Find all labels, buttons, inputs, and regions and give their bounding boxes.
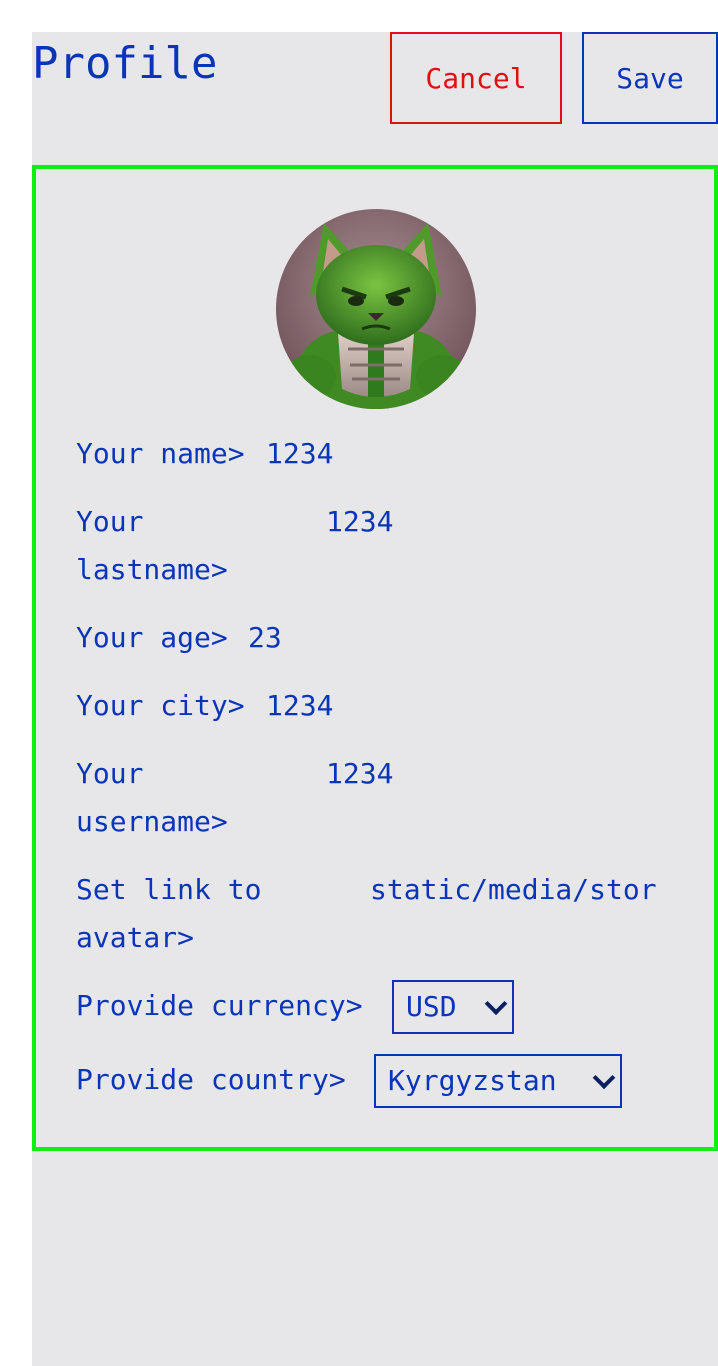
currency-field: Provide currency> USD xyxy=(76,980,686,1036)
username-field: Your username> 1234 xyxy=(76,750,676,846)
avatar-link-label: Set link to avatar> xyxy=(76,873,262,954)
currency-label: Provide currency> xyxy=(76,989,363,1022)
city-value[interactable]: 1234 xyxy=(266,682,333,730)
age-value[interactable]: 23 xyxy=(248,614,282,662)
chevron-down-icon xyxy=(484,992,508,1016)
avatar-link-field: Set link to avatar> static/media/stor xyxy=(76,866,686,962)
name-field: Your name> 1234 xyxy=(76,430,676,478)
age-label: Your age> xyxy=(76,621,228,654)
city-label: Your city> xyxy=(76,689,245,722)
country-field: Provide country> Kyrgyzstan xyxy=(76,1054,686,1110)
name-value[interactable]: 1234 xyxy=(266,430,333,478)
username-label: Your username> xyxy=(76,757,228,838)
avatar-link-value[interactable]: static/media/stor xyxy=(370,866,657,914)
lastname-label: Your lastname> xyxy=(76,505,228,586)
country-select[interactable]: Kyrgyzstan xyxy=(374,1054,622,1108)
country-label: Provide country> xyxy=(76,1063,346,1096)
currency-selected: USD xyxy=(406,990,457,1023)
lastname-value[interactable]: 1234 xyxy=(326,498,393,546)
avatar-image xyxy=(276,209,476,409)
cancel-button[interactable]: Cancel xyxy=(390,32,562,124)
country-selected: Kyrgyzstan xyxy=(388,1064,557,1097)
chevron-down-icon xyxy=(592,1066,616,1090)
city-field: Your city> 1234 xyxy=(76,682,676,730)
profile-page: Profile Cancel Save Your name> 1234 Your… xyxy=(32,32,718,1366)
currency-select[interactable]: USD xyxy=(392,980,514,1034)
name-label: Your name> xyxy=(76,437,245,470)
profile-card: Your name> 1234 Your lastname> 1234 Your… xyxy=(32,165,718,1151)
lastname-field: Your lastname> 1234 xyxy=(76,498,676,594)
age-field: Your age> 23 xyxy=(76,614,676,662)
username-value[interactable]: 1234 xyxy=(326,750,393,798)
page-title: Profile xyxy=(32,38,218,89)
save-button[interactable]: Save xyxy=(582,32,718,124)
avatar xyxy=(276,209,476,409)
